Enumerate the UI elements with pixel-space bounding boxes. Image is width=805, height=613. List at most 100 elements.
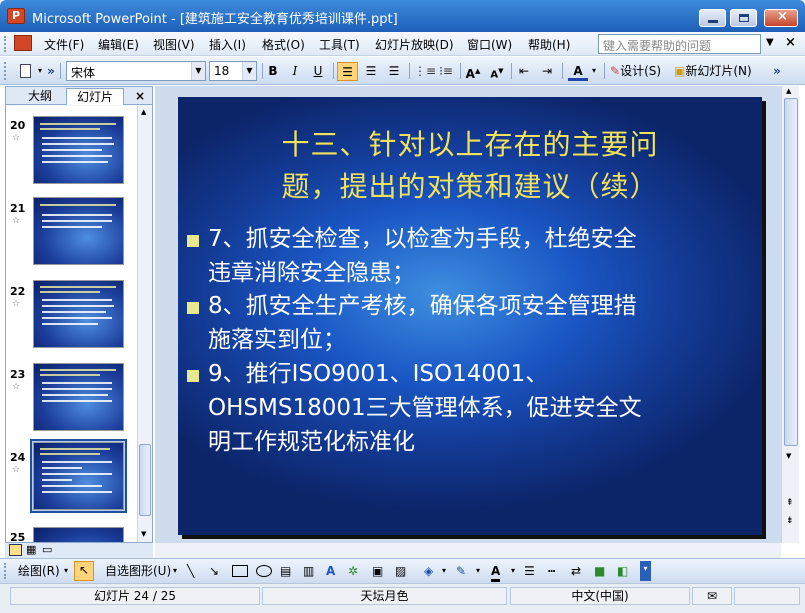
- close-panel-icon[interactable]: ×: [132, 88, 148, 105]
- increase-indent-button[interactable]: ⇥: [538, 62, 556, 81]
- slide-title[interactable]: 十三、针对以上存在的主要问 题，提出的对策和建议（续）: [178, 124, 762, 208]
- toolbar-grip[interactable]: [4, 62, 7, 80]
- new-slide-button[interactable]: ▣新幻灯片(N): [674, 62, 764, 81]
- minimize-button[interactable]: [699, 9, 726, 27]
- arrow-style-icon[interactable]: ⇄: [571, 563, 581, 579]
- restore-button[interactable]: [730, 9, 757, 27]
- help-search-input[interactable]: 键入需要帮助的问题: [598, 34, 761, 54]
- spelling-check-icon[interactable]: ✉: [692, 587, 732, 605]
- underline-button[interactable]: U: [310, 62, 326, 81]
- menu-view[interactable]: 视图(V): [153, 36, 195, 53]
- draw-menu-button[interactable]: 绘图(R): [18, 563, 60, 579]
- numbering-button[interactable]: ⋮≡: [414, 62, 436, 81]
- decrease-indent-button[interactable]: ⇤: [515, 62, 533, 81]
- chevron-down-icon[interactable]: ▾: [173, 563, 177, 579]
- toolbar-grip[interactable]: [4, 36, 7, 52]
- chevron-down-icon[interactable]: ▾: [511, 563, 515, 579]
- scroll-down-icon[interactable]: ▼: [786, 452, 791, 460]
- new-document-icon[interactable]: [14, 62, 36, 81]
- chevron-down-icon[interactable]: ▼: [191, 62, 205, 80]
- chevron-down-icon[interactable]: ▾: [476, 563, 480, 579]
- bullets-button[interactable]: ⁝≡: [437, 62, 455, 81]
- close-button[interactable]: ×: [764, 9, 798, 27]
- animation-star-icon: ☆: [12, 216, 21, 226]
- slide-thumbnail-24[interactable]: [33, 442, 124, 510]
- menu-insert[interactable]: 插入(I): [209, 36, 246, 53]
- slideshow-icon[interactable]: ▭: [42, 543, 52, 556]
- vertical-text-box-icon[interactable]: ▥: [303, 563, 314, 579]
- thumbnail-scrollbar[interactable]: ▲ ▼: [137, 106, 152, 542]
- chevron-down-icon[interactable]: ▾: [64, 563, 68, 579]
- previous-slide-icon[interactable]: ⇞: [786, 498, 794, 508]
- scroll-up-icon[interactable]: ▲: [141, 108, 146, 116]
- slide-thumbnail-22[interactable]: [33, 280, 124, 348]
- tab-outline[interactable]: 大纲: [14, 88, 66, 105]
- 3d-style-icon[interactable]: ◧: [617, 563, 628, 579]
- align-right-button[interactable]: ☰: [385, 62, 403, 81]
- help-dropdown-icon[interactable]: ▼: [766, 37, 774, 48]
- clip-art-icon[interactable]: ▣: [372, 563, 383, 579]
- toolbar-options-icon[interactable]: »: [44, 62, 58, 81]
- autoshapes-menu-button[interactable]: 自选图形(U): [105, 563, 171, 579]
- next-slide-icon[interactable]: ⇟: [786, 516, 794, 526]
- scroll-down-icon[interactable]: ▼: [141, 530, 146, 538]
- slide-sorter-icon[interactable]: ▦: [26, 543, 36, 556]
- chevron-down-icon[interactable]: ▾: [442, 563, 446, 579]
- line-tool-icon[interactable]: ╲: [187, 563, 194, 579]
- menu-slideshow[interactable]: 幻灯片放映(D): [375, 36, 454, 53]
- line-color-icon[interactable]: ✎: [456, 563, 466, 579]
- rectangle-tool-icon[interactable]: [232, 565, 248, 577]
- powerpoint-app-icon[interactable]: P: [7, 8, 25, 24]
- decrease-font-button[interactable]: A▼: [488, 62, 506, 81]
- toolbar-options-icon[interactable]: »: [770, 62, 784, 81]
- font-name-select[interactable]: 宋体 ▼: [66, 61, 206, 81]
- slide-thumbnail-25[interactable]: [33, 527, 124, 542]
- toolbar-options-icon[interactable]: ▾: [640, 561, 651, 581]
- increase-font-button[interactable]: A▲: [464, 62, 482, 81]
- bold-button[interactable]: B: [265, 62, 281, 81]
- scrollbar-thumb[interactable]: [784, 98, 798, 446]
- ellipse-tool-icon[interactable]: [256, 565, 272, 577]
- chevron-down-icon[interactable]: ▾: [589, 62, 599, 81]
- toolbar-grip[interactable]: [4, 563, 7, 579]
- text-box-icon[interactable]: ▤: [280, 563, 291, 579]
- font-color-button[interactable]: A: [568, 62, 588, 81]
- dropdown-arrow-icon[interactable]: ▾: [36, 62, 44, 81]
- normal-view-icon[interactable]: [9, 544, 22, 556]
- fill-color-icon[interactable]: ◈: [424, 563, 433, 579]
- chevron-down-icon[interactable]: ▼: [242, 62, 256, 80]
- slide-thumbnail-20[interactable]: [33, 116, 124, 184]
- current-slide[interactable]: 十三、针对以上存在的主要问 题，提出的对策和建议（续） 7、抓安全检查，以检查为…: [178, 97, 762, 535]
- menu-file[interactable]: 文件(F): [44, 36, 84, 53]
- bullet-item[interactable]: 9、推行ISO9001、ISO14001、 OHSMS18001三大管理体系，促…: [208, 357, 642, 459]
- close-document-icon[interactable]: ×: [785, 35, 796, 50]
- insert-picture-icon[interactable]: ▨: [395, 563, 406, 579]
- bullet-item[interactable]: 7、抓安全检查，以检查为手段，杜绝安全 违章消除安全隐患；: [208, 222, 637, 290]
- scroll-up-icon[interactable]: ▲: [786, 87, 791, 95]
- dash-style-icon[interactable]: ┅: [548, 563, 555, 579]
- font-size-select[interactable]: 18 ▼: [209, 61, 257, 81]
- align-left-button[interactable]: ☰: [337, 62, 358, 81]
- align-center-button[interactable]: ☰: [362, 62, 380, 81]
- font-color-icon[interactable]: A: [491, 563, 501, 582]
- menu-format[interactable]: 格式(O): [262, 36, 305, 53]
- select-pointer-icon[interactable]: ↖: [74, 561, 94, 581]
- menu-edit[interactable]: 编辑(E): [98, 36, 139, 53]
- scrollbar-thumb[interactable]: [139, 444, 151, 516]
- line-style-icon[interactable]: ☰: [524, 563, 535, 579]
- horizontal-scrollbar[interactable]: [155, 543, 781, 558]
- design-button[interactable]: ✎设计(S): [610, 62, 670, 81]
- slide-thumbnail-23[interactable]: [33, 363, 124, 431]
- shadow-style-icon[interactable]: ■: [594, 563, 605, 579]
- menu-tools[interactable]: 工具(T): [319, 36, 360, 53]
- tab-slides[interactable]: 幻灯片: [66, 88, 124, 105]
- slide-thumbnail-21[interactable]: [33, 197, 124, 265]
- slide-scrollbar[interactable]: ▲ ▼ ⇞ ⇟: [781, 86, 799, 543]
- menu-help[interactable]: 帮助(H): [528, 36, 570, 53]
- italic-button[interactable]: I: [287, 62, 303, 81]
- menu-window[interactable]: 窗口(W): [467, 36, 512, 53]
- bullet-item[interactable]: 8、抓安全生产考核，确保各项安全管理措 施落实到位；: [208, 289, 637, 357]
- arrow-tool-icon[interactable]: ↘: [209, 563, 219, 579]
- wordart-icon[interactable]: A: [326, 563, 335, 579]
- diagram-icon[interactable]: ✲: [348, 563, 358, 579]
